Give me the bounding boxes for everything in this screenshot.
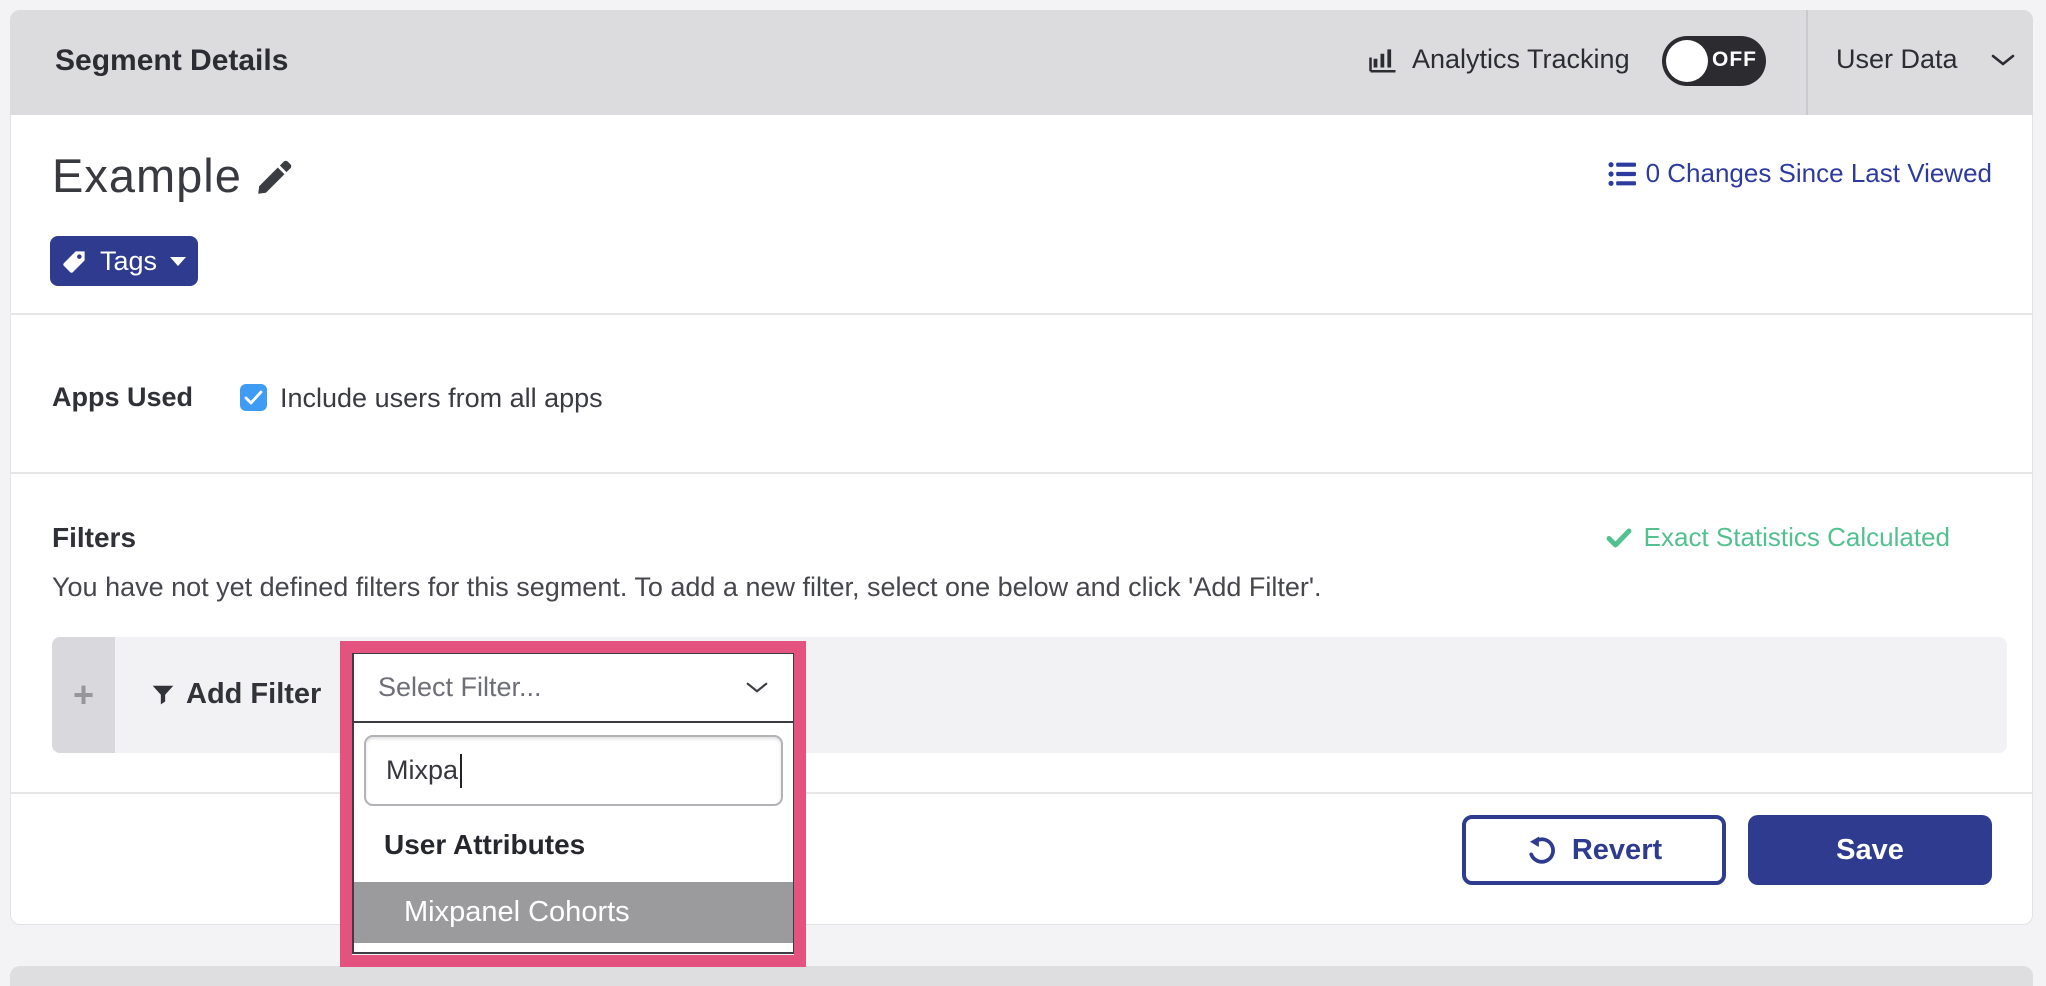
- dropdown-option-mixpanel-cohorts[interactable]: Mixpanel Cohorts: [354, 882, 793, 943]
- dropdown-group-header: User Attributes: [384, 829, 585, 861]
- segment-name: Example: [52, 148, 242, 203]
- list-icon: [1608, 161, 1636, 187]
- next-section-header: [10, 966, 2033, 986]
- check-icon: [1606, 528, 1632, 548]
- exact-statistics-label: Exact Statistics Calculated: [1644, 522, 1950, 553]
- main-card: [10, 10, 2033, 925]
- plus-icon: +: [73, 674, 94, 716]
- analytics-tracking-item: Analytics Tracking: [1368, 44, 1630, 75]
- save-button[interactable]: Save: [1748, 815, 1992, 885]
- header-divider: [1806, 10, 1808, 115]
- add-filter-row: [52, 637, 2007, 753]
- add-filter-label: Add Filter: [186, 678, 321, 711]
- exact-statistics-status: Exact Statistics Calculated: [1606, 522, 1950, 553]
- caret-down-icon: [169, 255, 187, 267]
- include-all-apps-checkbox[interactable]: [240, 384, 267, 411]
- text-cursor: [460, 754, 462, 788]
- add-filter-plus-button[interactable]: +: [52, 637, 115, 753]
- tags-button-label: Tags: [100, 246, 157, 277]
- user-data-label: User Data: [1836, 44, 1958, 75]
- filter-search-value: Mixpa: [386, 755, 458, 786]
- chevron-down-icon: [745, 680, 769, 695]
- revert-icon: [1526, 835, 1556, 865]
- filter-select-value: Select Filter...: [378, 672, 745, 703]
- tag-icon: [61, 248, 88, 275]
- edit-pencil-icon[interactable]: [254, 156, 296, 198]
- chevron-down-icon: [1990, 52, 2016, 68]
- section-separator: [10, 792, 2033, 794]
- changes-link-label: 0 Changes Since Last Viewed: [1646, 158, 1992, 189]
- add-filter-button[interactable]: Add Filter: [150, 678, 321, 711]
- filter-select[interactable]: Select Filter...: [352, 652, 795, 723]
- save-button-label: Save: [1836, 834, 1904, 867]
- filter-search-input[interactable]: Mixpa: [364, 735, 783, 806]
- toggle-state-label: OFF: [1712, 48, 1757, 72]
- filter-dropdown-panel: Mixpa User Attributes Mixpanel Cohorts: [352, 723, 795, 954]
- apps-used-label: Apps Used: [52, 382, 193, 413]
- revert-button-label: Revert: [1572, 834, 1662, 867]
- revert-button[interactable]: Revert: [1462, 815, 1726, 885]
- user-data-dropdown[interactable]: User Data: [1836, 44, 2016, 75]
- analytics-tracking-toggle[interactable]: OFF: [1662, 36, 1766, 86]
- segment-details-page: Segment Details Analytics Tracking OFF U…: [0, 0, 2046, 986]
- funnel-icon: [150, 682, 176, 708]
- page-title: Segment Details: [55, 44, 288, 78]
- check-icon: [244, 390, 263, 405]
- tags-button[interactable]: Tags: [50, 236, 198, 286]
- analytics-tracking-label: Analytics Tracking: [1412, 44, 1630, 75]
- filters-instructions: You have not yet defined filters for thi…: [52, 572, 1322, 603]
- include-all-apps-label: Include users from all apps: [280, 383, 603, 414]
- toggle-knob: [1666, 40, 1708, 82]
- section-separator: [10, 313, 2033, 315]
- changes-since-last-viewed-link[interactable]: 0 Changes Since Last Viewed: [1608, 158, 1992, 189]
- bar-chart-icon: [1368, 45, 1398, 75]
- dropdown-option-label: Mixpanel Cohorts: [404, 896, 630, 929]
- filters-heading: Filters: [52, 522, 136, 554]
- section-separator: [10, 472, 2033, 474]
